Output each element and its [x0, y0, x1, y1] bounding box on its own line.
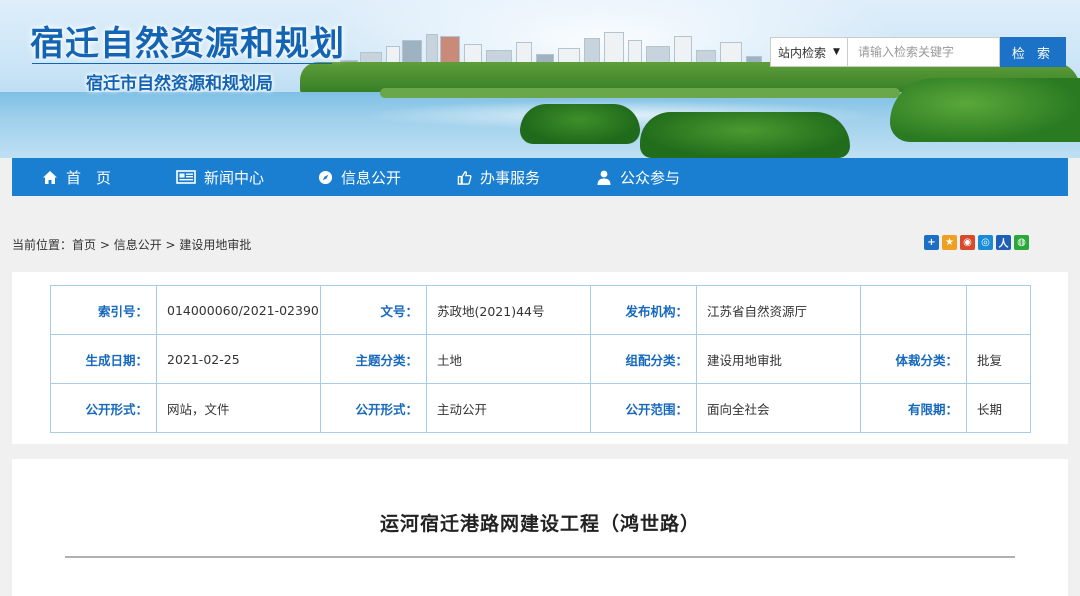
meta-table: 索引号： 014000060/2021-02390 文号： 苏政地(2021)4…	[50, 285, 1031, 433]
banner-shore	[380, 88, 900, 98]
meta-key: 主题分类：	[320, 334, 427, 384]
newspaper-icon	[176, 169, 196, 185]
breadcrumb-separator: >	[96, 238, 114, 252]
share-wechat-icon[interactable]: ◍	[1014, 235, 1029, 250]
site-title[interactable]: 宿迁自然资源和规划	[30, 16, 345, 65]
meta-value: 014000060/2021-02390	[156, 285, 321, 335]
breadcrumb-prefix: 当前位置：	[12, 238, 73, 252]
meta-key: 索引号：	[50, 285, 157, 335]
nav-item-news[interactable]: 新闻中心	[176, 158, 264, 196]
breadcrumb: 当前位置：首页 > 信息公开 > 建设用地审批	[12, 236, 251, 253]
main-nav: 首 页 新闻中心 信息公开 办事服务 公众参与	[12, 158, 1068, 196]
title-divider	[32, 63, 332, 64]
table-row: 索引号： 014000060/2021-02390 文号： 苏政地(2021)4…	[50, 285, 1031, 335]
meta-value: 苏政地(2021)44号	[426, 285, 591, 335]
nav-item-label: 信息公开	[341, 168, 402, 187]
nav-item-label: 公众参与	[620, 168, 681, 187]
compass-icon	[317, 169, 333, 185]
meta-key: 公开形式：	[50, 383, 157, 433]
nav-item-home[interactable]: 首 页	[42, 158, 111, 196]
share-weibo-icon[interactable]: ◉	[960, 235, 975, 250]
share-tencent-icon[interactable]: ◎	[978, 235, 993, 250]
nav-item-services[interactable]: 办事服务	[456, 158, 540, 196]
table-row: 公开形式： 网站，文件 公开形式： 主动公开 公开范围： 面向全社会 有限期： …	[50, 383, 1031, 433]
banner-island	[640, 112, 850, 158]
nav-item-label: 办事服务	[480, 168, 541, 187]
meta-key: 发布机构：	[590, 285, 697, 335]
meta-value: 主动公开	[426, 383, 591, 433]
banner-island	[890, 78, 1080, 142]
title-divider	[65, 556, 1015, 558]
meta-key: 公开形式：	[320, 383, 427, 433]
share-plus-icon[interactable]: +	[924, 235, 939, 250]
chevron-down-icon: ▼	[833, 47, 840, 57]
share-qzone-icon[interactable]: ★	[942, 235, 957, 250]
table-row: 生成日期： 2021-02-25 主题分类： 土地 组配分类： 建设用地审批 体…	[50, 334, 1031, 384]
breadcrumb-current[interactable]: 建设用地审批	[179, 238, 251, 252]
meta-value: 批复	[966, 334, 1031, 384]
meta-value: 2021-02-25	[156, 334, 321, 384]
search-scope-label: 站内检索	[778, 45, 827, 60]
meta-value	[966, 285, 1031, 335]
meta-key: 组配分类：	[590, 334, 697, 384]
nav-item-info[interactable]: 信息公开	[317, 158, 401, 196]
nav-item-label: 新闻中心	[204, 168, 265, 187]
search-scope-select[interactable]: 站内检索 ▼	[770, 37, 848, 67]
share-toolbar: + ★ ◉ ◎ 人 ◍	[924, 235, 1029, 250]
home-icon	[42, 169, 58, 185]
breadcrumb-home[interactable]: 首页	[72, 238, 96, 252]
meta-key: 体裁分类：	[860, 334, 967, 384]
meta-value: 网站，文件	[156, 383, 321, 433]
breadcrumb-info[interactable]: 信息公开	[114, 238, 162, 252]
meta-key: 有限期：	[860, 383, 967, 433]
user-icon	[596, 169, 612, 185]
banner-island	[520, 104, 640, 144]
search-input[interactable]	[848, 37, 1000, 67]
header-banner: 宿迁自然资源和规划 宿迁市自然资源和规划局	[0, 0, 1080, 158]
search-bar: 站内检索 ▼ 检 索	[770, 37, 1066, 67]
nav-item-participation[interactable]: 公众参与	[596, 158, 680, 196]
meta-key: 公开范围：	[590, 383, 697, 433]
meta-value: 建设用地审批	[696, 334, 861, 384]
meta-value: 面向全社会	[696, 383, 861, 433]
meta-key: 生成日期：	[50, 334, 157, 384]
meta-key	[860, 285, 967, 335]
nav-item-label: 首 页	[66, 168, 112, 187]
meta-value: 土地	[426, 334, 591, 384]
site-subtitle: 宿迁市自然资源和规划局	[86, 74, 273, 94]
search-button[interactable]: 检 索	[1000, 37, 1066, 67]
share-renren-icon[interactable]: 人	[996, 235, 1011, 250]
meta-value: 长期	[966, 383, 1031, 433]
breadcrumb-separator: >	[161, 238, 180, 252]
article-title: 运河宿迁港路网建设工程（鸿世路）	[379, 513, 700, 535]
thumbs-up-icon	[456, 169, 472, 185]
meta-key: 文号：	[320, 285, 427, 335]
meta-value: 江苏省自然资源厅	[696, 285, 861, 335]
